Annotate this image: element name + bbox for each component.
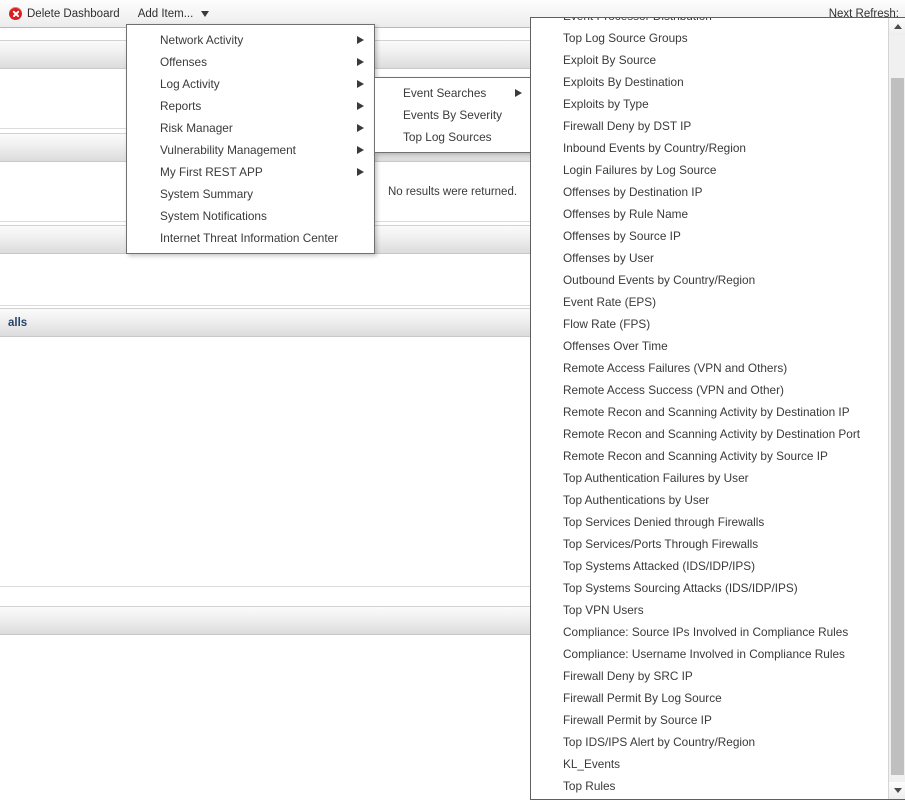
list-item[interactable]: Top Log Source Groups (531, 27, 887, 49)
caret-down-icon (201, 10, 210, 17)
menu-item-label: Offenses (160, 55, 207, 69)
list-item[interactable]: Top Systems Sourcing Attacks (IDS/IDP/IP… (531, 577, 887, 599)
menu-item-label: Log Activity (160, 77, 220, 91)
list-item[interactable]: Remote Recon and Scanning Activity by De… (531, 423, 887, 445)
list-item[interactable]: Event Rate (EPS) (531, 291, 887, 313)
list-item[interactable]: Firewall Permit By Log Source (531, 687, 887, 709)
event-searches-list-viewport: Event Processor DistributionTop Log Sour… (531, 18, 887, 799)
menu-item-system-summary[interactable]: System Summary (127, 183, 374, 205)
delete-dashboard-label: Delete Dashboard (27, 7, 120, 20)
no-results-text: No results were returned. (387, 185, 518, 198)
list-item[interactable]: Offenses by User (531, 247, 887, 269)
list-item[interactable]: Offenses by Destination IP (531, 181, 887, 203)
submenu-arrow-icon (357, 57, 364, 66)
menu-item-my-first-rest-app[interactable]: My First REST APP (127, 161, 374, 183)
list-item[interactable]: Compliance: Source IPs Involved in Compl… (531, 621, 887, 643)
submenu-arrow-icon (515, 88, 522, 97)
list-item[interactable]: Top Rules (531, 775, 887, 797)
list-item[interactable]: Top IDS/IPS Alert by Country/Region (531, 731, 887, 753)
scrollbar-thumb[interactable] (891, 78, 904, 775)
list-item[interactable]: Exploit By Source (531, 49, 887, 71)
menu-item-label: Vulnerability Management (160, 143, 296, 157)
log-activity-submenu[interactable]: Event Searches Events By Severity Top Lo… (374, 77, 533, 153)
list-item[interactable]: Firewall Deny by DST IP (531, 115, 887, 137)
list-item[interactable]: Top Authentication Failures by User (531, 467, 887, 489)
menu-item-vulnerability-management[interactable]: Vulnerability Management (127, 139, 374, 161)
submenu-arrow-icon (357, 79, 364, 88)
list-item[interactable]: Login Failures by Log Source (531, 159, 887, 181)
menu-item-risk-manager[interactable]: Risk Manager (127, 117, 374, 139)
delete-circle-x-icon (9, 7, 22, 20)
submenu-item-event-searches[interactable]: Event Searches (375, 82, 532, 104)
menu-item-internet-threat-information-center[interactable]: Internet Threat Information Center (127, 227, 374, 249)
dashboard-page: No results were returned. No results wer… (0, 0, 905, 800)
list-item[interactable]: Exploits by Type (531, 93, 887, 115)
menu-item-network-activity[interactable]: Network Activity (127, 29, 374, 51)
list-item[interactable]: KL_Events (531, 753, 887, 775)
list-item[interactable]: Flow Rate (FPS) (531, 313, 887, 335)
submenu-arrow-icon (357, 145, 364, 154)
menu-item-label: System Summary (160, 187, 254, 201)
list-item[interactable]: Compliance: Username Involved in Complia… (531, 643, 887, 665)
menu-item-label: System Notifications (160, 209, 267, 223)
submenu-arrow-icon (357, 123, 364, 132)
submenu-item-label: Events By Severity (403, 108, 503, 122)
list-item[interactable]: Offenses Over Time (531, 335, 887, 357)
submenu-arrow-icon (357, 35, 364, 44)
list-item[interactable]: Remote Access Success (VPN and Other) (531, 379, 887, 401)
submenu-arrow-icon (357, 167, 364, 176)
list-item[interactable]: Offenses by Source IP (531, 225, 887, 247)
event-searches-list-panel[interactable]: Event Processor DistributionTop Log Sour… (530, 17, 905, 800)
event-searches-scrollbar[interactable] (888, 18, 905, 799)
add-item-button[interactable]: Add Item... (129, 1, 219, 27)
submenu-item-label: Event Searches (403, 86, 487, 100)
submenu-item-label: Top Log Sources (403, 130, 492, 144)
list-item[interactable]: Outbound Events by Country/Region (531, 269, 887, 291)
menu-item-label: Internet Threat Information Center (160, 231, 339, 245)
list-item[interactable]: Event Processor Distribution (531, 18, 887, 27)
menu-item-label: Risk Manager (160, 121, 233, 135)
menu-item-label: Network Activity (160, 33, 244, 47)
list-item[interactable]: Offenses by Rule Name (531, 203, 887, 225)
list-item[interactable]: Top Services Denied through Firewalls (531, 511, 887, 533)
list-item[interactable]: Top Services/Ports Through Firewalls (531, 533, 887, 555)
list-item[interactable]: Remote Recon and Scanning Activity by So… (531, 445, 887, 467)
menu-item-label: My First REST APP (160, 165, 263, 179)
scroll-down-arrow-icon[interactable] (889, 782, 905, 799)
add-item-menu[interactable]: Network Activity Offenses Log Activity R… (126, 24, 375, 254)
scroll-up-arrow-icon[interactable] (889, 18, 905, 35)
list-item[interactable]: Exploits By Destination (531, 71, 887, 93)
menu-item-offenses[interactable]: Offenses (127, 51, 374, 73)
event-searches-list: Event Processor DistributionTop Log Sour… (531, 18, 887, 797)
submenu-item-top-log-sources[interactable]: Top Log Sources (375, 126, 532, 148)
list-item[interactable]: Firewall Deny by SRC IP (531, 665, 887, 687)
menu-item-log-activity[interactable]: Log Activity (127, 73, 374, 95)
list-item[interactable]: Remote Recon and Scanning Activity by De… (531, 401, 887, 423)
delete-dashboard-button[interactable]: Delete Dashboard (0, 1, 129, 27)
submenu-arrow-icon (357, 101, 364, 110)
add-item-label: Add Item... (137, 7, 194, 20)
menu-item-reports[interactable]: Reports (127, 95, 374, 117)
list-item[interactable]: Top VPN Users (531, 599, 887, 621)
submenu-item-events-by-severity[interactable]: Events By Severity (375, 104, 532, 126)
list-item[interactable]: Top Systems Attacked (IDS/IDP/IPS) (531, 555, 887, 577)
list-item[interactable]: Top Authentications by User (531, 489, 887, 511)
list-item[interactable]: Firewall Permit by Source IP (531, 709, 887, 731)
list-item[interactable]: Remote Access Failures (VPN and Others) (531, 357, 887, 379)
menu-item-system-notifications[interactable]: System Notifications (127, 205, 374, 227)
menu-item-label: Reports (160, 99, 202, 113)
list-item[interactable]: Inbound Events by Country/Region (531, 137, 887, 159)
